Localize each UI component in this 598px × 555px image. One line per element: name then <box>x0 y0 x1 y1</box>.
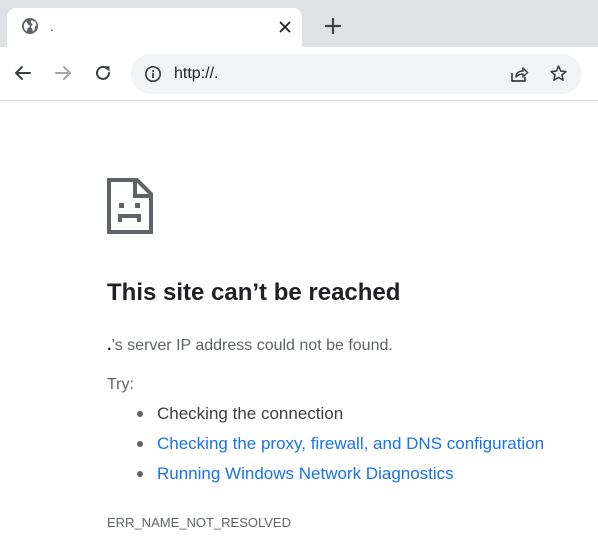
tab-title: . <box>50 19 54 34</box>
suggestion-item: Checking the connection <box>137 402 544 432</box>
suggestion-network-diagnostics-link[interactable]: Running Windows Network Diagnostics <box>157 464 454 483</box>
plus-icon[interactable] <box>321 14 345 38</box>
suggestion-list: Checking the connection Checking the pro… <box>137 402 544 492</box>
info-icon[interactable] <box>144 65 162 83</box>
tab-strip: . <box>0 0 598 47</box>
arrow-left-icon[interactable] <box>12 62 34 84</box>
error-heading: This site can’t be reached <box>107 279 401 306</box>
error-message: ’s server IP address could not be found. <box>111 337 393 354</box>
error-code: ERR_NAME_NOT_RESOLVED <box>107 515 291 530</box>
suggestion-item[interactable]: Checking the proxy, firewall, and DNS co… <box>137 432 544 462</box>
url-text[interactable]: http://. <box>174 65 218 83</box>
address-bar[interactable]: http://. <box>131 54 582 94</box>
suggestion-check-connection: Checking the connection <box>157 404 344 423</box>
suggestion-item[interactable]: Running Windows Network Diagnostics <box>137 462 544 492</box>
error-description: .’s server IP address could not be found… <box>107 337 393 355</box>
bullet-icon <box>137 471 143 477</box>
reload-icon[interactable] <box>92 62 114 84</box>
try-label: Try: <box>107 376 134 393</box>
error-page: This site can’t be reached .’s server IP… <box>0 101 598 555</box>
share-icon[interactable] <box>509 64 529 84</box>
globe-icon <box>22 18 38 34</box>
bullet-icon <box>137 411 143 417</box>
browser-toolbar: http://. <box>0 47 598 101</box>
close-icon[interactable] <box>277 19 293 35</box>
bullet-icon <box>137 441 143 447</box>
browser-tab[interactable]: . <box>7 8 302 47</box>
star-icon[interactable] <box>548 63 569 84</box>
suggestion-proxy-firewall-dns-link[interactable]: Checking the proxy, firewall, and DNS co… <box>157 434 544 453</box>
sad-page-icon <box>107 178 153 234</box>
arrow-right-icon[interactable] <box>52 62 74 84</box>
